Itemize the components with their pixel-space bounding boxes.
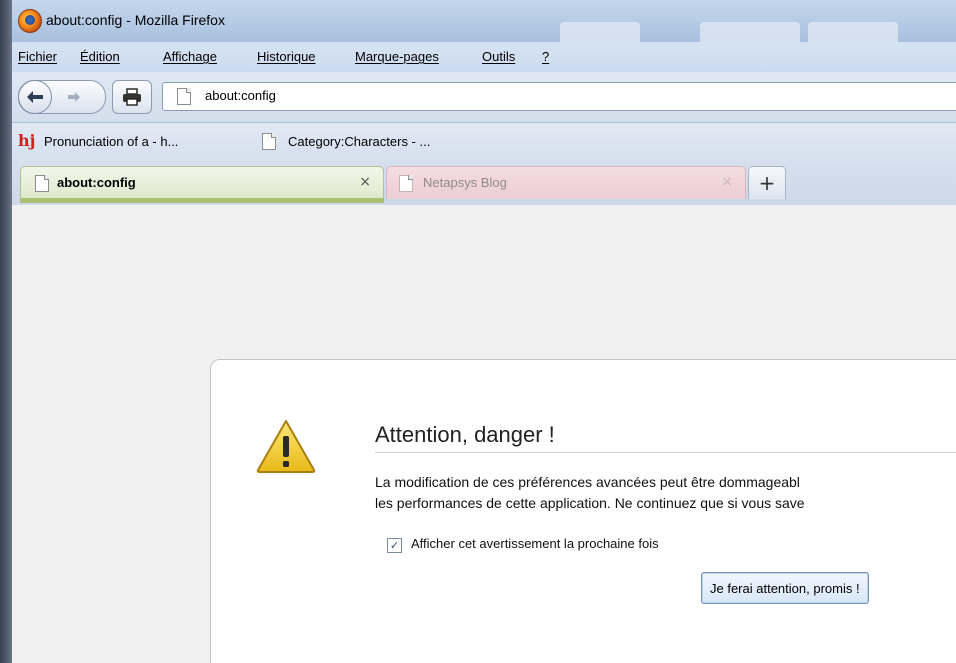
tab-about-config[interactable]: about:config × [20, 166, 384, 203]
back-forward-group [18, 80, 106, 114]
title-bar: about:config - Mozilla Firefox [0, 0, 956, 68]
firefox-window: about:config - Mozilla Firefox Fichier É… [0, 0, 956, 663]
print-button[interactable] [112, 80, 152, 114]
tab-strip: about:config × Netapsys Blog × + [0, 159, 956, 205]
warning-dialog: Attention, danger ! La modification de c… [210, 359, 956, 663]
warning-message-line: La modification de ces préférences avanc… [375, 474, 800, 490]
bookmark-category-characters[interactable]: Category:Characters - ... [288, 134, 430, 149]
plus-icon: + [758, 171, 776, 195]
firefox-logo-icon[interactable] [18, 9, 42, 33]
menu-affichage[interactable]: Affichage [163, 49, 217, 64]
tab-label: Netapsys Blog [423, 175, 507, 190]
menu-outils[interactable]: Outils [482, 49, 515, 64]
warning-title: Attention, danger ! [375, 422, 555, 447]
menu-help[interactable]: ? [542, 49, 549, 64]
tab-label: about:config [57, 175, 136, 190]
forward-button[interactable] [61, 86, 87, 108]
navigation-bar: about:config [0, 72, 956, 123]
show-warning-checkbox-label[interactable]: Afficher cet avertissement la prochaine … [411, 536, 659, 551]
page-icon [262, 133, 276, 150]
new-tab-button[interactable]: + [748, 166, 786, 199]
warning-message: La modification de ces préférences avanc… [375, 472, 956, 514]
page-icon [177, 88, 191, 105]
menu-marque-pages[interactable]: Marque-pages [355, 49, 439, 64]
page-content: Attention, danger ! La modification de c… [12, 205, 956, 663]
bookmarks-bar: hj Pronunciation of a - h... Category:Ch… [0, 123, 956, 159]
accept-risk-button[interactable]: Je ferai attention, promis ! [701, 572, 869, 604]
menu-edition[interactable]: Édition [80, 49, 120, 64]
window-title: about:config - Mozilla Firefox [46, 12, 225, 28]
back-arrow-icon [27, 91, 43, 103]
url-bar[interactable]: about:config [162, 82, 956, 111]
warning-triangle-icon [256, 420, 316, 473]
page-icon [35, 175, 49, 192]
window-frame-left [0, 0, 12, 663]
tab-netapsys-blog[interactable]: Netapsys Blog × [386, 166, 746, 199]
menu-bar: Fichier Édition Affichage Historique Mar… [0, 42, 956, 72]
close-tab-icon[interactable]: × [721, 174, 733, 190]
printer-icon [123, 88, 141, 106]
back-button[interactable] [18, 80, 52, 114]
page-icon [399, 175, 413, 192]
title-divider [375, 452, 956, 453]
warning-message-line: les performances de cette application. N… [375, 495, 805, 511]
bookmark-pronunciation[interactable]: Pronunciation of a - h... [44, 134, 178, 149]
menu-fichier[interactable]: Fichier [18, 49, 57, 64]
hj-icon: hj [18, 131, 36, 150]
show-warning-checkbox[interactable]: ✓ [387, 538, 402, 553]
url-text[interactable]: about:config [205, 88, 276, 103]
menu-historique[interactable]: Historique [257, 49, 316, 64]
close-tab-icon[interactable]: × [359, 174, 371, 190]
forward-arrow-icon [68, 92, 80, 102]
